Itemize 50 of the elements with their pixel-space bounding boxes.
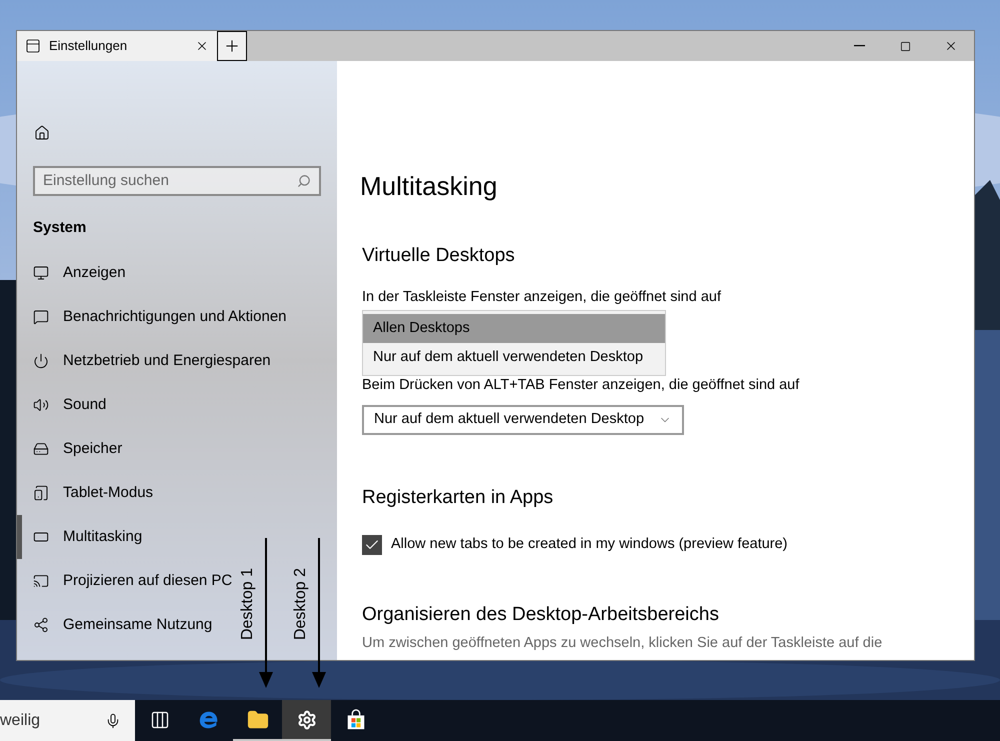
window-icon [25,38,41,54]
section-title: System [33,218,86,237]
section-heading: Registerkarten in Apps [362,486,554,510]
setting-label: Beim Drücken von ALT+TAB Fenster anzeigen, die geöffnet sind auf [362,376,800,396]
dropdown-option[interactable]: Nur auf dem aktuell verwendeten Desktop [363,343,665,372]
sidebar-item[interactable]: Speicher [17,427,126,471]
section-heading: Organisieren des Desktop-Arbeitsbereichs [362,602,719,627]
sidebar-item[interactable]: Multitasking [17,515,146,559]
sidebar-item[interactable]: Tablet-Modus [17,471,158,515]
sidebar-item[interactable]: Anzeigen [17,251,130,295]
tablet-icon [33,485,49,501]
search-icon [297,174,311,188]
window-tab[interactable]: Einstellungen [17,31,217,61]
task-view-icon [150,710,170,730]
settings-icon [296,710,316,730]
sidebar-item[interactable]: Projizieren auf diesen PC [17,559,236,603]
search-field[interactable]: Einstellung suchen [33,166,321,196]
minimize-icon [854,45,864,47]
sidebar-item[interactable]: Netzbetrieb und Energiesparen [17,339,275,383]
taskbar-app-button[interactable] [282,700,331,741]
screen-icon [33,573,49,589]
close-icon [944,39,958,53]
setting-label: In der Taskleiste Fenster anzeigen, die geöffnet sind auf [362,288,721,308]
section-heading: Virtuelle Desktops [362,244,515,268]
tab-title: Einstellungen [49,37,128,56]
speaker-icon [33,397,49,413]
power-icon [33,353,49,369]
maximize-icon [900,40,910,52]
new-tab-button[interactable] [217,31,247,61]
sidebar-item[interactable]: Gemeinsame Nutzung [17,603,216,647]
share-icon [33,617,49,633]
sidebar-item[interactable]: Sound [17,383,110,427]
folder-icon [246,708,268,730]
microphone-icon[interactable] [105,712,121,728]
dropdown-option[interactable]: Allen Desktops [363,314,665,343]
drive-icon [33,441,49,457]
search-input[interactable]: Einstellung suchen [43,170,297,192]
annotation-label: Desktop 2 [293,568,309,640]
speech-bubble-icon [33,309,49,325]
page-title: Multitasking [360,170,498,202]
checkbox[interactable] [362,535,382,555]
taskbar-search-field[interactable]: weilig [0,700,135,741]
home-icon[interactable] [34,125,50,141]
close-tab-icon[interactable] [195,39,209,53]
description-text: Um zwischen geöffneten Apps zu wechseln, klicken Sie auf der Taskleiste auf die [362,634,882,654]
sidebar-item[interactable]: Benachrichtigungen und Aktionen [17,295,291,339]
dropdown-field[interactable]: Nur auf dem aktuell verwendeten Desktop [362,405,684,435]
checkbox-label: Allow new tabs to be created in my windows (preview feature) [391,535,788,554]
monitor-icon [33,265,49,281]
annotation-label: Desktop 1 [240,568,256,640]
